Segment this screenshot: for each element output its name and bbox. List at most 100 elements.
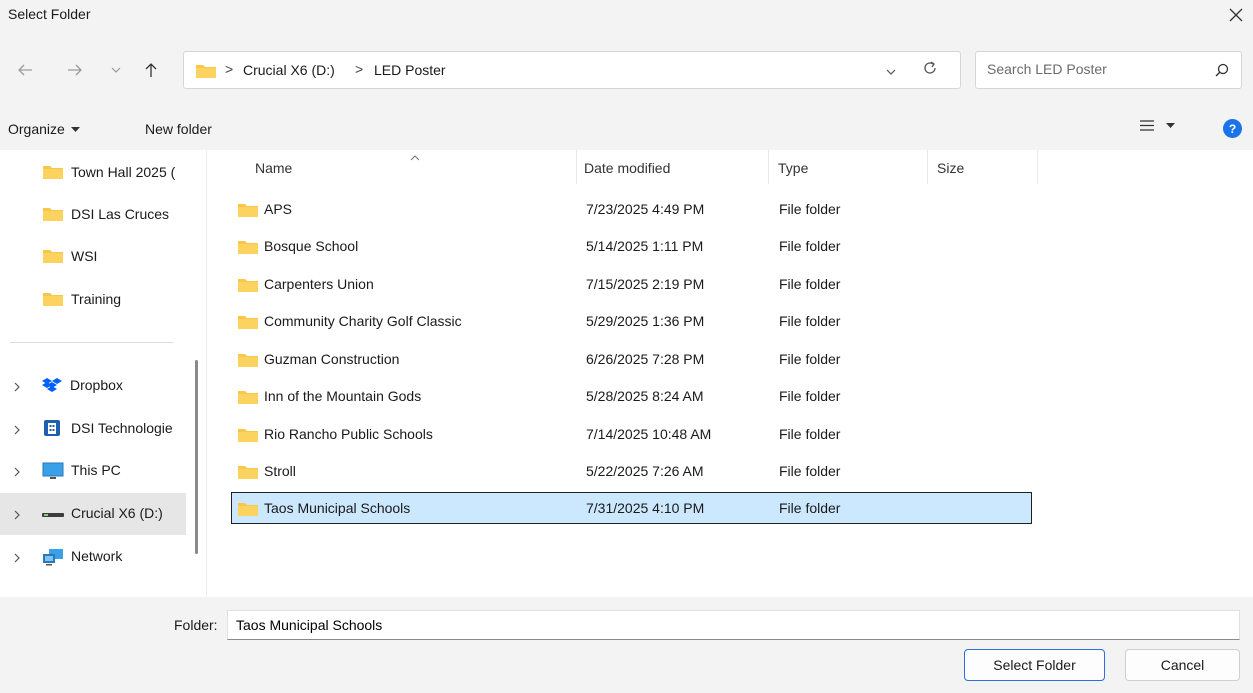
file-type: File folder	[779, 276, 841, 292]
file-name: Guzman Construction	[264, 351, 400, 367]
file-date: 5/28/2025 8:24 AM	[586, 388, 704, 404]
file-row-carpenters-union[interactable]: Carpenters Union 7/15/2025 2:19 PM File …	[231, 268, 1032, 300]
dropbox-icon	[42, 378, 62, 392]
close-button[interactable]	[1219, 0, 1253, 30]
expand-chevron[interactable]	[14, 422, 20, 438]
sidebar-item-label: Crucial X6 (D:)	[71, 505, 163, 521]
title-bar: Select Folder	[0, 0, 1253, 34]
command-bar: Organize New folder ?	[0, 106, 1253, 150]
address-box[interactable]: > Crucial X6 (D:) > LED Poster	[183, 51, 961, 89]
breadcrumb-crucial-x6[interactable]: Crucial X6 (D:)	[243, 62, 335, 78]
up-button[interactable]	[140, 57, 162, 83]
help-icon: ?	[1228, 121, 1237, 136]
sidebar-item-wsi[interactable]: WSI	[0, 236, 186, 278]
drive-icon	[42, 513, 64, 517]
back-button[interactable]	[14, 57, 36, 83]
breadcrumb-led-poster[interactable]: LED Poster	[374, 62, 446, 78]
folder-icon	[43, 293, 63, 306]
address-history-dropdown[interactable]	[886, 62, 896, 78]
column-header-date-modified[interactable]: Date modified	[584, 150, 670, 186]
sidebar-item-label: DSI Las Cruces	[71, 206, 170, 222]
sidebar-item-dsi-technologies[interactable]: DSI Technologie	[0, 408, 186, 450]
folder-icon	[196, 65, 216, 78]
help-button[interactable]: ?	[1223, 119, 1242, 138]
sidebar-item-crucial-x6[interactable]: Crucial X6 (D:)	[0, 493, 186, 535]
sidebar-item-dropbox[interactable]: Dropbox	[0, 365, 186, 407]
caret-down-icon	[1166, 123, 1175, 128]
file-date: 5/22/2025 7:26 AM	[586, 463, 704, 479]
chevron-down-icon	[886, 69, 896, 75]
file-list: Name Date modified Type Size APS 7/23/20…	[207, 150, 1253, 597]
chevron-down-icon	[111, 67, 121, 73]
file-row-aps[interactable]: APS 7/23/2025 4:49 PM File folder	[231, 193, 1032, 225]
file-row-bosque-school[interactable]: Bosque School 5/14/2025 1:11 PM File fol…	[231, 230, 1032, 262]
folder-icon	[43, 208, 63, 221]
file-row-inn-of-the-mountain-gods[interactable]: Inn of the Mountain Gods 5/28/2025 8:24 …	[231, 380, 1032, 412]
sidebar-item-label: DSI Technologie	[71, 420, 173, 436]
column-header-name[interactable]: Name	[255, 150, 292, 186]
recent-locations-button[interactable]	[105, 57, 127, 83]
sidebar-item-label: Network	[71, 548, 123, 564]
forward-button[interactable]	[64, 57, 86, 83]
sidebar-item-label: Dropbox	[70, 377, 123, 393]
file-type: File folder	[779, 351, 841, 367]
sidebar-item-label: Training	[71, 291, 122, 307]
sidebar-item-this-pc[interactable]: This PC	[0, 450, 186, 492]
breadcrumb-separator: >	[225, 61, 234, 77]
file-name: Bosque School	[264, 238, 359, 254]
file-date: 5/14/2025 1:11 PM	[586, 238, 704, 254]
file-date: 7/15/2025 2:19 PM	[586, 276, 705, 292]
folder-icon	[238, 503, 258, 516]
folder-icon	[238, 354, 258, 367]
file-row-stroll[interactable]: Stroll 5/22/2025 7:26 AM File folder	[231, 455, 1032, 487]
view-options-button[interactable]	[1140, 120, 1175, 131]
expand-chevron[interactable]	[14, 379, 20, 395]
chevron-right-icon	[14, 553, 20, 563]
sidebar-item-training[interactable]: Training	[0, 279, 186, 321]
new-folder-button[interactable]: New folder	[145, 121, 212, 137]
file-date: 7/31/2025 4:10 PM	[586, 500, 705, 516]
column-divider[interactable]	[1037, 150, 1038, 184]
dialog-footer: Folder: Select Folder Cancel	[0, 597, 1253, 693]
file-date: 5/29/2025 1:36 PM	[586, 313, 705, 329]
file-row-guzman-construction[interactable]: Guzman Construction 6/26/2025 7:28 PM Fi…	[231, 343, 1032, 375]
expand-chevron[interactable]	[14, 464, 20, 480]
file-type: File folder	[779, 313, 841, 329]
refresh-icon	[924, 61, 936, 74]
sidebar-scrollbar[interactable]	[195, 360, 198, 554]
file-type: File folder	[779, 500, 841, 516]
expand-chevron[interactable]	[14, 550, 20, 566]
column-header-type[interactable]: Type	[778, 150, 808, 186]
list-view-icon	[1140, 120, 1154, 131]
sidebar-item-dsi-las-cruces[interactable]: DSI Las Cruces	[0, 194, 186, 236]
search-icon	[1215, 63, 1229, 77]
expand-chevron[interactable]	[14, 507, 20, 523]
column-divider[interactable]	[768, 150, 769, 184]
column-divider[interactable]	[927, 150, 928, 184]
sidebar-divider	[10, 342, 173, 343]
search-input[interactable]	[987, 61, 1197, 77]
file-row-rio-rancho-public-schools[interactable]: Rio Rancho Public Schools 7/14/2025 10:4…	[231, 418, 1032, 450]
file-name: Carpenters Union	[264, 276, 374, 292]
sort-ascending-icon	[410, 148, 420, 164]
column-header-size[interactable]: Size	[937, 150, 964, 186]
file-name: Inn of the Mountain Gods	[264, 388, 422, 404]
network-icon	[43, 549, 63, 566]
folder-name-input[interactable]	[227, 610, 1240, 640]
chevron-right-icon	[14, 510, 20, 520]
refresh-button[interactable]	[922, 60, 938, 79]
cancel-button[interactable]: Cancel	[1125, 649, 1240, 681]
select-folder-button[interactable]: Select Folder	[964, 649, 1105, 681]
file-row-taos-municipal-schools[interactable]: Taos Municipal Schools 7/31/2025 4:10 PM…	[231, 492, 1032, 524]
file-row-community-charity-golf-classic[interactable]: Community Charity Golf Classic 5/29/2025…	[231, 305, 1032, 337]
sidebar-item-label: Town Hall 2025 (	[71, 164, 176, 180]
close-icon	[1229, 8, 1243, 22]
organize-button[interactable]: Organize	[8, 121, 80, 137]
column-divider[interactable]	[576, 150, 577, 184]
sidebar-item-town-hall-2025[interactable]: Town Hall 2025 (	[0, 152, 186, 194]
search-box[interactable]	[975, 51, 1242, 89]
sidebar-item-network[interactable]: Network	[0, 536, 186, 578]
file-type: File folder	[779, 201, 841, 217]
file-type: File folder	[779, 463, 841, 479]
chevron-right-icon	[14, 382, 20, 392]
